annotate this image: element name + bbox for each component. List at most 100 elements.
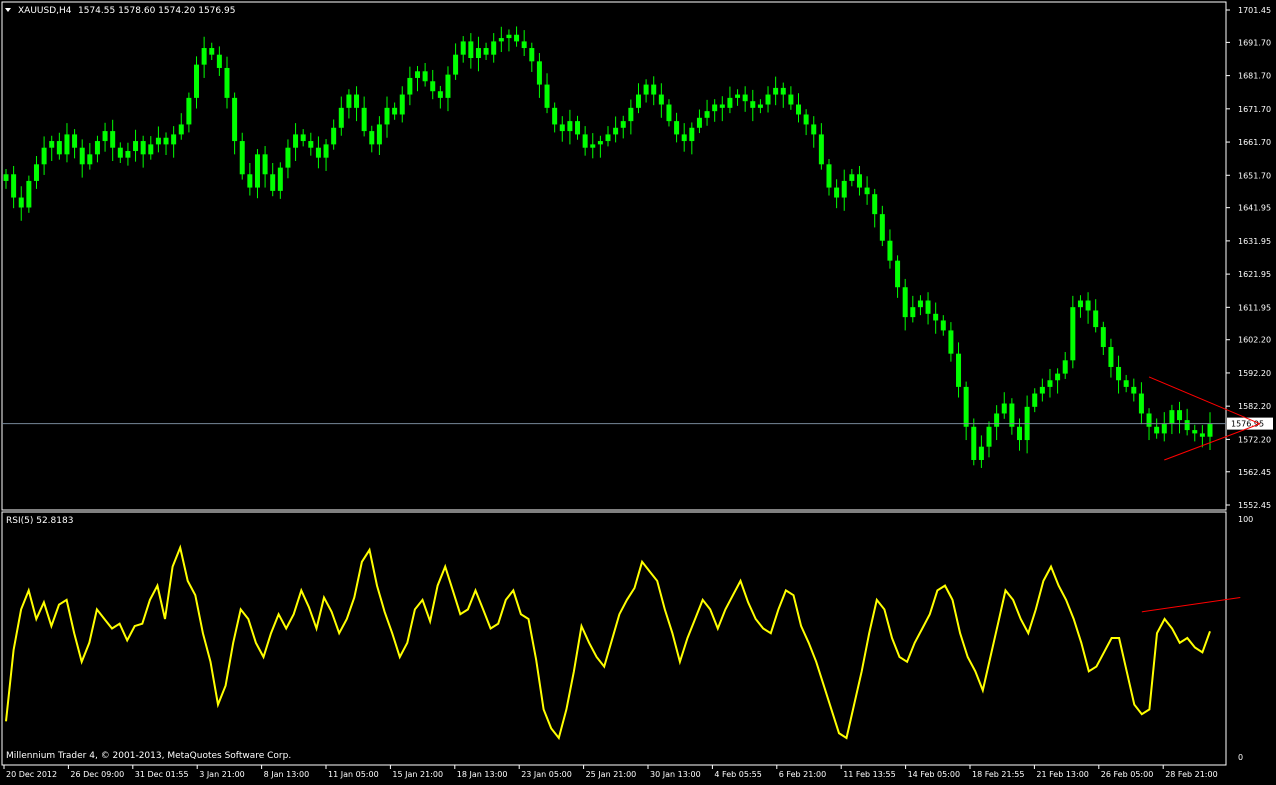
candle-body (940, 320, 946, 331)
time-tick-label: 26 Feb 05:00 (1101, 770, 1153, 779)
candle-body (834, 187, 840, 198)
candle-body (712, 104, 718, 112)
candle-body (986, 426, 992, 447)
candle-body (186, 97, 192, 125)
candle-body (1070, 307, 1076, 361)
candle-body (1131, 386, 1137, 394)
candle-body (582, 134, 588, 148)
candle-body (384, 107, 390, 125)
candle-body (879, 214, 885, 241)
candle-body (963, 386, 969, 427)
candle-body (1199, 433, 1205, 437)
candle-body (1146, 413, 1152, 427)
time-tick-label: 31 Dec 01:55 (135, 770, 189, 779)
candle-body (64, 134, 70, 155)
candle-body (315, 147, 321, 158)
candle-body (689, 127, 695, 142)
candle-body (1177, 410, 1183, 421)
candle-body (491, 41, 497, 55)
time-tick-label: 15 Jan 21:00 (392, 770, 443, 779)
price-tick-label: 1631.95 (1238, 237, 1271, 246)
candle-body (1169, 410, 1175, 424)
candle-body (887, 240, 893, 261)
candle-body (514, 34, 520, 42)
candle-body (773, 87, 779, 95)
candle-body (483, 48, 489, 55)
candle-body (209, 48, 215, 55)
candle-body (1001, 403, 1007, 414)
candle-body (338, 107, 344, 128)
candle-body (1055, 373, 1061, 381)
rsi-tick-label: 100 (1238, 515, 1253, 524)
candle-body (506, 34, 512, 39)
candle-body (544, 84, 550, 108)
candle-body (194, 64, 200, 98)
candle-body (1100, 327, 1106, 348)
time-tick-label: 18 Feb 21:55 (972, 770, 1024, 779)
candle-body (567, 121, 573, 132)
candle-body (635, 94, 641, 108)
footer-copyright: Millennium Trader 4, © 2001-2013, MetaQu… (6, 751, 291, 761)
chart-canvas[interactable]: 1701.45 1691.70 1681.70 1671.70 1661.70 1651.… (0, 0, 1276, 781)
candle-body (239, 141, 245, 175)
candle-body (605, 134, 611, 142)
candle-body (521, 41, 527, 49)
candle-body (1138, 393, 1144, 414)
candle-body (902, 287, 908, 318)
candle-body (1116, 366, 1122, 381)
price-tick-label: 1552.45 (1238, 501, 1271, 510)
candle-body (742, 94, 748, 102)
candle-body (895, 260, 901, 288)
time-tick-label: 25 Jan 21:00 (586, 770, 637, 779)
candle-body (498, 38, 504, 42)
candle-body (933, 313, 939, 321)
candle-body (1047, 380, 1053, 387)
candle-body (796, 104, 802, 115)
candle-body (201, 48, 207, 65)
time-tick-label: 8 Jan 13:00 (264, 770, 310, 779)
candle-body (285, 147, 291, 168)
candle-body (361, 107, 367, 132)
trading-terminal-chart[interactable]: 1701.45 1691.70 1681.70 1671.70 1661.70 1651.… (0, 0, 1276, 781)
price-tick-label: 1671.70 (1238, 105, 1271, 114)
candle-body (536, 61, 542, 85)
candle-body (1123, 380, 1129, 387)
time-tick-label: 28 Feb 21:00 (1165, 770, 1217, 779)
candle-body (1039, 386, 1045, 394)
candle-body (666, 104, 672, 122)
candle-body (308, 141, 314, 148)
price-tick-label: 1621.95 (1238, 270, 1271, 279)
time-tick-label: 14 Feb 05:00 (908, 770, 960, 779)
candle-body (133, 141, 139, 152)
candle-body (293, 134, 299, 148)
candle-body (826, 164, 832, 188)
price-tick-label: 1592.20 (1238, 369, 1271, 378)
candle-body (1108, 347, 1114, 367)
candle-body (620, 121, 626, 128)
candle-body (917, 300, 923, 308)
candle-body (26, 180, 32, 208)
candle-body (735, 94, 741, 98)
symbol-title: XAUUSD,H4 (18, 6, 72, 16)
candle-body (422, 71, 428, 82)
candle-body (254, 154, 260, 188)
candle-body (628, 107, 634, 122)
candle-body (72, 134, 78, 148)
price-tick-label: 1661.70 (1238, 138, 1271, 147)
candle-body (117, 147, 123, 158)
candle (26, 175, 32, 213)
candle-body (148, 144, 154, 155)
candle-body (224, 67, 230, 98)
candle-body (727, 97, 733, 108)
candle-body (651, 84, 657, 95)
candle-body (1093, 310, 1099, 328)
candle-body (3, 174, 9, 181)
price-tick-label: 1641.95 (1238, 204, 1271, 213)
price-tick-label: 1701.45 (1238, 6, 1271, 15)
time-tick-label: 6 Feb 21:00 (779, 770, 826, 779)
candle-body (140, 141, 146, 155)
candle-body (430, 81, 436, 92)
time-tick-label: 20 Dec 2012 (6, 770, 57, 779)
candle-body (376, 124, 382, 145)
candle-body (704, 111, 710, 118)
